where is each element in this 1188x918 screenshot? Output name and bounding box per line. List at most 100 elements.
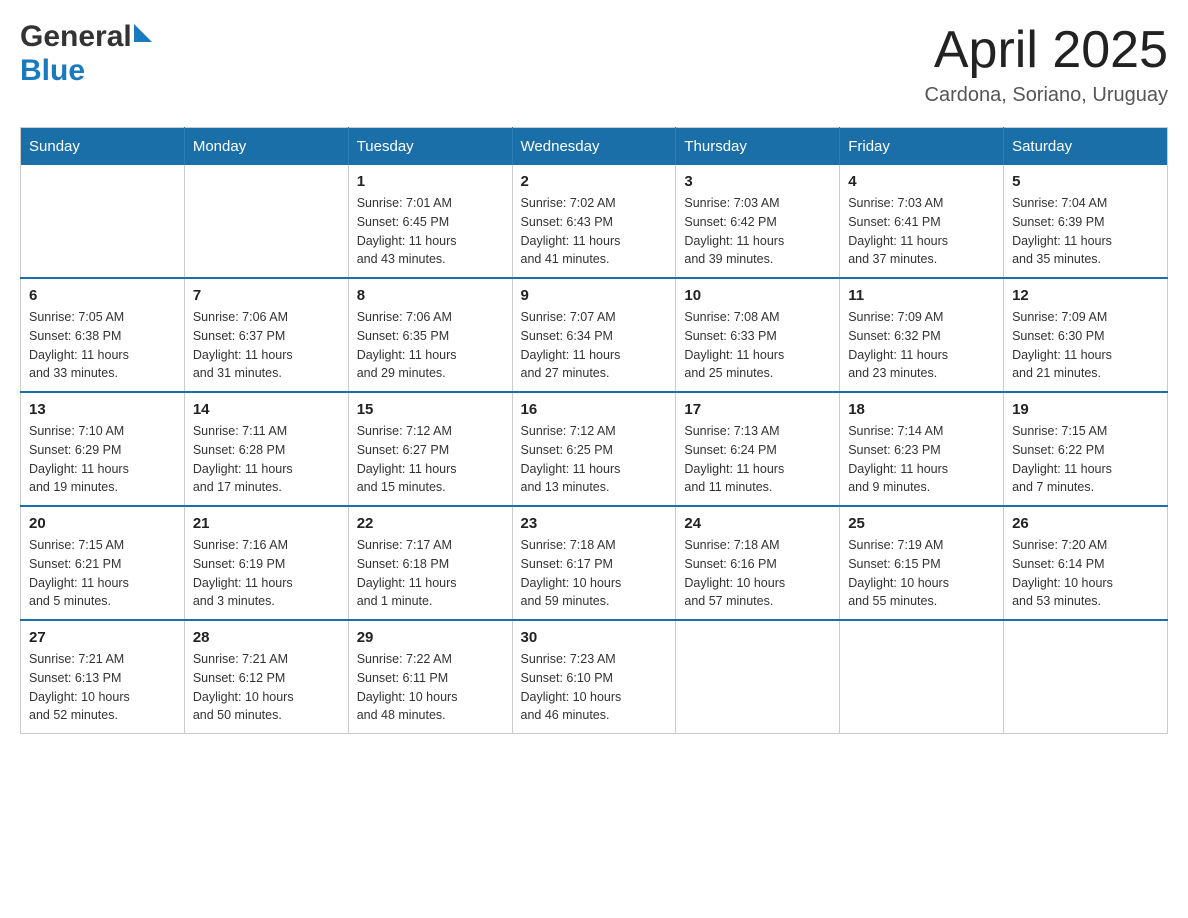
calendar-week-1: 1 Sunrise: 7:01 AM Sunset: 6:45 PM Daylig… — [21, 165, 1168, 278]
day-number: 2 — [521, 173, 668, 190]
day-info: Sunrise: 7:22 AM Sunset: 6:11 PM Dayligh… — [357, 650, 504, 725]
table-row: 26 Sunrise: 7:20 AM Sunset: 6:14 PM Dayli… — [1004, 506, 1168, 620]
day-number: 24 — [684, 515, 831, 532]
table-row: 12 Sunrise: 7:09 AM Sunset: 6:30 PM Dayli… — [1004, 278, 1168, 392]
table-row: 16 Sunrise: 7:12 AM Sunset: 6:25 PM Dayli… — [512, 392, 676, 506]
table-row — [1004, 620, 1168, 734]
table-row: 11 Sunrise: 7:09 AM Sunset: 6:32 PM Dayli… — [840, 278, 1004, 392]
table-row: 1 Sunrise: 7:01 AM Sunset: 6:45 PM Daylig… — [348, 165, 512, 278]
day-number: 27 — [29, 629, 176, 646]
day-info: Sunrise: 7:21 AM Sunset: 6:12 PM Dayligh… — [193, 650, 340, 725]
day-number: 17 — [684, 401, 831, 418]
day-info: Sunrise: 7:19 AM Sunset: 6:15 PM Dayligh… — [848, 536, 995, 611]
table-row: 14 Sunrise: 7:11 AM Sunset: 6:28 PM Dayli… — [184, 392, 348, 506]
day-info: Sunrise: 7:01 AM Sunset: 6:45 PM Dayligh… — [357, 194, 504, 269]
col-friday: Friday — [840, 128, 1004, 166]
logo: General Blue — [20, 20, 152, 88]
table-row: 7Sunrise: 7:06 AM Sunset: 6:37 PM Daylig… — [184, 278, 348, 392]
day-info: Sunrise: 7:18 AM Sunset: 6:16 PM Dayligh… — [684, 536, 831, 611]
col-monday: Monday — [184, 128, 348, 166]
logo-blue-text: Blue — [20, 54, 85, 87]
table-row: 6Sunrise: 7:05 AM Sunset: 6:38 PM Daylig… — [21, 278, 185, 392]
day-number: 30 — [521, 629, 668, 646]
table-row — [184, 165, 348, 278]
day-info: Sunrise: 7:20 AM Sunset: 6:14 PM Dayligh… — [1012, 536, 1159, 611]
day-number: 1 — [357, 173, 504, 190]
day-info: Sunrise: 7:02 AM Sunset: 6:43 PM Dayligh… — [521, 194, 668, 269]
day-number: 20 — [29, 515, 176, 532]
day-number: 9 — [521, 287, 668, 304]
title-block: April 2025 Cardona, Soriano, Uruguay — [925, 20, 1168, 107]
calendar-header-row: Sunday Monday Tuesday Wednesday Thursday… — [21, 128, 1168, 166]
table-row: 29 Sunrise: 7:22 AM Sunset: 6:11 PM Dayli… — [348, 620, 512, 734]
table-row: 10Sunrise: 7:08 AM Sunset: 6:33 PM Dayli… — [676, 278, 840, 392]
day-info: Sunrise: 7:15 AM Sunset: 6:21 PM Dayligh… — [29, 536, 176, 611]
day-number: 26 — [1012, 515, 1159, 532]
table-row: 13 Sunrise: 7:10 AM Sunset: 6:29 PM Dayli… — [21, 392, 185, 506]
day-number: 28 — [193, 629, 340, 646]
day-info: Sunrise: 7:21 AM Sunset: 6:13 PM Dayligh… — [29, 650, 176, 725]
col-sunday: Sunday — [21, 128, 185, 166]
table-row: 21Sunrise: 7:16 AM Sunset: 6:19 PM Dayli… — [184, 506, 348, 620]
page-header: General Blue April 2025 Cardona, Soriano… — [20, 20, 1168, 107]
day-number: 3 — [684, 173, 831, 190]
day-number: 13 — [29, 401, 176, 418]
day-number: 21 — [193, 515, 340, 532]
day-info: Sunrise: 7:09 AM Sunset: 6:32 PM Dayligh… — [848, 308, 995, 383]
calendar-week-2: 6Sunrise: 7:05 AM Sunset: 6:38 PM Daylig… — [21, 278, 1168, 392]
calendar-week-3: 13 Sunrise: 7:10 AM Sunset: 6:29 PM Dayli… — [21, 392, 1168, 506]
table-row: 9 Sunrise: 7:07 AM Sunset: 6:34 PM Daylig… — [512, 278, 676, 392]
day-info: Sunrise: 7:17 AM Sunset: 6:18 PM Dayligh… — [357, 536, 504, 611]
day-number: 22 — [357, 515, 504, 532]
table-row: 2 Sunrise: 7:02 AM Sunset: 6:43 PM Daylig… — [512, 165, 676, 278]
day-info: Sunrise: 7:04 AM Sunset: 6:39 PM Dayligh… — [1012, 194, 1159, 269]
logo-general-text: General — [20, 20, 132, 54]
day-number: 19 — [1012, 401, 1159, 418]
table-row — [676, 620, 840, 734]
day-number: 7 — [193, 287, 340, 304]
day-info: Sunrise: 7:07 AM Sunset: 6:34 PM Dayligh… — [521, 308, 668, 383]
calendar-title: April 2025 — [925, 20, 1168, 80]
day-number: 15 — [357, 401, 504, 418]
table-row: 23 Sunrise: 7:18 AM Sunset: 6:17 PM Dayli… — [512, 506, 676, 620]
calendar-week-5: 27 Sunrise: 7:21 AM Sunset: 6:13 PM Dayli… — [21, 620, 1168, 734]
day-info: Sunrise: 7:18 AM Sunset: 6:17 PM Dayligh… — [521, 536, 668, 611]
table-row: 27 Sunrise: 7:21 AM Sunset: 6:13 PM Dayli… — [21, 620, 185, 734]
day-info: Sunrise: 7:12 AM Sunset: 6:27 PM Dayligh… — [357, 422, 504, 497]
day-number: 11 — [848, 287, 995, 304]
day-number: 25 — [848, 515, 995, 532]
table-row: 17 Sunrise: 7:13 AM Sunset: 6:24 PM Dayli… — [676, 392, 840, 506]
day-info: Sunrise: 7:10 AM Sunset: 6:29 PM Dayligh… — [29, 422, 176, 497]
day-number: 5 — [1012, 173, 1159, 190]
calendar-table: Sunday Monday Tuesday Wednesday Thursday… — [20, 127, 1168, 734]
table-row: 5 Sunrise: 7:04 AM Sunset: 6:39 PM Daylig… — [1004, 165, 1168, 278]
day-number: 6 — [29, 287, 176, 304]
col-saturday: Saturday — [1004, 128, 1168, 166]
table-row: 30Sunrise: 7:23 AM Sunset: 6:10 PM Dayli… — [512, 620, 676, 734]
day-info: Sunrise: 7:12 AM Sunset: 6:25 PM Dayligh… — [521, 422, 668, 497]
day-info: Sunrise: 7:15 AM Sunset: 6:22 PM Dayligh… — [1012, 422, 1159, 497]
table-row: 15 Sunrise: 7:12 AM Sunset: 6:27 PM Dayli… — [348, 392, 512, 506]
day-number: 4 — [848, 173, 995, 190]
day-info: Sunrise: 7:09 AM Sunset: 6:30 PM Dayligh… — [1012, 308, 1159, 383]
day-info: Sunrise: 7:03 AM Sunset: 6:42 PM Dayligh… — [684, 194, 831, 269]
day-info: Sunrise: 7:11 AM Sunset: 6:28 PM Dayligh… — [193, 422, 340, 497]
day-number: 16 — [521, 401, 668, 418]
day-number: 12 — [1012, 287, 1159, 304]
logo-arrow-icon — [134, 24, 152, 42]
day-number: 18 — [848, 401, 995, 418]
day-info: Sunrise: 7:13 AM Sunset: 6:24 PM Dayligh… — [684, 422, 831, 497]
day-number: 29 — [357, 629, 504, 646]
day-number: 14 — [193, 401, 340, 418]
table-row: 3 Sunrise: 7:03 AM Sunset: 6:42 PM Daylig… — [676, 165, 840, 278]
calendar-location: Cardona, Soriano, Uruguay — [925, 84, 1168, 107]
table-row: 28 Sunrise: 7:21 AM Sunset: 6:12 PM Dayli… — [184, 620, 348, 734]
day-number: 23 — [521, 515, 668, 532]
table-row: 22 Sunrise: 7:17 AM Sunset: 6:18 PM Dayli… — [348, 506, 512, 620]
day-number: 8 — [357, 287, 504, 304]
col-tuesday: Tuesday — [348, 128, 512, 166]
table-row — [840, 620, 1004, 734]
day-info: Sunrise: 7:06 AM Sunset: 6:35 PM Dayligh… — [357, 308, 504, 383]
col-wednesday: Wednesday — [512, 128, 676, 166]
table-row: 8 Sunrise: 7:06 AM Sunset: 6:35 PM Daylig… — [348, 278, 512, 392]
